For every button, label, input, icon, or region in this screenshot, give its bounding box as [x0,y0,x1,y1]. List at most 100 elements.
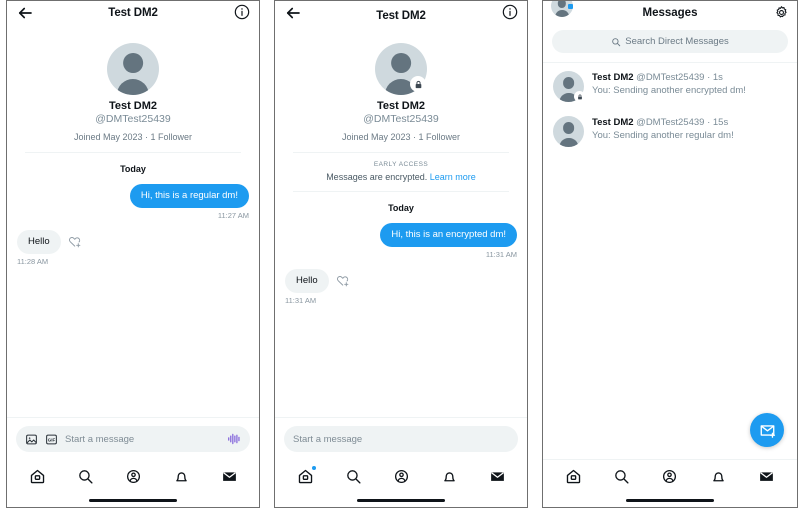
message-bubble[interactable]: Hello [17,229,61,254]
message-timestamp: 11:31 AM [485,249,517,259]
search-icon [612,37,621,46]
phone-panel-encrypted-dm: Test DM2 Test DM2 @DMTest25439 Joined Ma… [274,0,528,508]
avatar-wrapper [553,116,584,147]
message-timestamp: 11:27 AM [217,210,249,220]
avatar-head [391,52,411,73]
profile-block[interactable]: Test DM2 @DMTest25439 Joined May 2023 · … [7,27,259,153]
conversation-list: Test DM2 @DMTest25439 · 1s You: Sending … [543,62,797,459]
heart-plus-icon[interactable] [68,235,81,248]
lock-icon [577,94,582,99]
avatar-wrapper[interactable] [107,43,159,95]
search-area: Search Direct Messages [543,27,797,62]
gear-icon[interactable] [774,5,789,20]
info-circle-icon[interactable] [234,4,250,20]
profile-badge-dot [568,4,573,9]
bell-icon [175,471,187,481]
profile-block[interactable]: Test DM2 @DMTest25439 Joined May 2023 · … [275,27,527,153]
messages-icon [222,471,236,481]
message-thread: Today Hi, this is an encrypted dm! 11:31… [275,192,527,417]
nav-communities[interactable] [391,466,411,486]
nav-notifications[interactable] [708,467,728,487]
composer-placeholder[interactable]: Start a message [293,434,509,445]
avatar-wrapper[interactable] [375,43,427,95]
audio-waveform-icon[interactable] [227,433,241,445]
compose-message-button[interactable] [750,413,784,447]
composer-placeholder[interactable]: Start a message [65,434,220,445]
incoming-bubble-line: Hello [285,268,349,293]
home-icon [566,469,580,484]
phone-panel-inbox: Messages Search Direct Messages Test DM2… [542,0,798,508]
communities-icon [126,469,140,483]
message-composer[interactable]: GIF Start a message [16,426,250,452]
contact-name: Test DM2 [592,72,634,83]
message-composer[interactable]: Start a message [284,426,518,452]
home-badge-dot [312,466,316,470]
list-item-heading: Test DM2 @DMTest25439 · 15s [592,117,787,128]
list-item-text: Test DM2 @DMTest25439 · 15s You: Sending… [592,116,787,141]
bottom-navigation [275,459,527,493]
nav-notifications[interactable] [171,466,191,486]
page-title: Messages [642,7,698,19]
list-item-text: Test DM2 @DMTest25439 · 1s You: Sending … [592,71,787,96]
message-thread: Today Hi, this is a regular dm! 11:27 AM… [7,153,259,417]
message-timestamp: 11:31 AM [285,295,317,305]
profile-name: Test DM2 [376,100,426,112]
avatar-wrapper [553,71,585,102]
learn-more-link[interactable]: Learn more [430,172,476,182]
bell-icon [443,471,455,481]
image-icon[interactable] [25,433,38,446]
nav-messages[interactable] [757,467,777,487]
conversation-header: Test DM2 [275,1,527,27]
nav-messages[interactable] [487,466,507,486]
nav-home[interactable] [27,466,47,486]
messages-icon [760,472,774,481]
nav-messages[interactable] [219,466,239,486]
nav-communities[interactable] [660,467,680,487]
info-circle-icon[interactable] [502,4,518,20]
nav-home[interactable] [295,466,316,486]
home-icon [298,469,312,483]
avatar-body [555,10,569,17]
nav-search[interactable] [75,466,95,486]
back-arrow-icon[interactable] [16,4,34,22]
conversation-header: Test DM2 [7,1,259,27]
search-input[interactable]: Search Direct Messages [552,30,788,53]
encryption-message: Messages are encrypted. [326,172,428,182]
list-item-heading: Test DM2 @DMTest25439 · 1s [592,72,787,83]
message-row-outgoing: Hi, this is a regular dm! 11:27 AM [17,184,249,220]
nav-search[interactable] [612,467,632,487]
lock-icon [415,80,421,88]
nav-home[interactable] [563,467,583,487]
bell-icon [713,472,724,482]
message-bubble[interactable]: Hi, this is an encrypted dm! [380,223,517,247]
back-arrow-icon[interactable] [284,4,302,22]
avatar-head [557,1,567,8]
search-icon [615,470,629,484]
gif-icon[interactable]: GIF [45,433,58,446]
avatar-head [562,121,575,134]
list-item[interactable]: Test DM2 @DMTest25439 · 15s You: Sending… [543,108,797,153]
early-access-text: Messages are encrypted. Learn more [307,172,496,182]
nav-notifications[interactable] [439,466,459,486]
list-item[interactable]: Test DM2 @DMTest25439 · 1s You: Sending … [543,63,797,108]
nav-communities[interactable] [123,466,143,486]
home-indicator [543,493,797,507]
message-bubble[interactable]: Hi, this is a regular dm! [129,184,249,208]
avatar [553,116,584,147]
svg-text:GIF: GIF [48,437,56,442]
contact-name: Test DM2 [592,117,634,128]
encrypted-badge [574,91,585,102]
communities-icon [663,469,677,484]
message-bubble[interactable]: Hello [285,268,329,293]
search-placeholder: Search Direct Messages [625,36,729,47]
home-indicator [7,493,259,507]
avatar-body [558,137,579,147]
nav-search[interactable] [343,466,363,486]
heart-plus-icon[interactable] [336,274,349,287]
avatar[interactable] [107,43,159,95]
profile-meta: Joined May 2023 · 1 Follower [292,132,510,153]
communities-icon [394,469,408,483]
profile-meta: Joined May 2023 · 1 Follower [24,132,242,153]
home-indicator [275,493,527,507]
message-row-incoming: Hello 11:31 AM [285,268,517,305]
